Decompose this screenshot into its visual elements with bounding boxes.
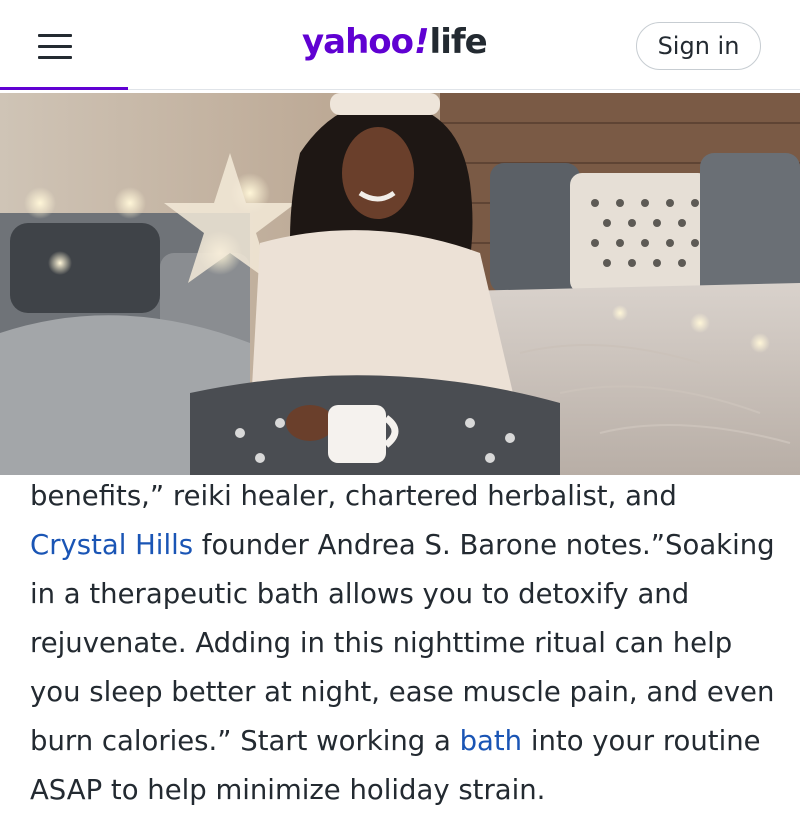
- article-text-2: founder Andrea S. Barone notes.”Soaking …: [30, 529, 775, 757]
- reading-progress-bar: [0, 87, 128, 90]
- yahoo-life-logo[interactable]: yahoo ! life: [302, 22, 488, 66]
- crystal-hills-link[interactable]: Crystal Hills: [30, 529, 193, 561]
- article-paragraph: benefits,” reiki healer, chartered herba…: [30, 472, 778, 815]
- logo-section: life: [429, 22, 488, 62]
- top-header: yahoo ! life Sign in: [0, 0, 800, 90]
- logo-slash: !: [414, 22, 429, 62]
- logo-brand: yahoo: [302, 22, 414, 62]
- article-text-1: benefits,” reiki healer, chartered herba…: [30, 480, 677, 512]
- bath-link[interactable]: bath: [460, 725, 523, 757]
- hamburger-menu-icon[interactable]: [38, 33, 72, 59]
- hero-photo-illustration: [0, 93, 800, 475]
- hero-image: [0, 93, 800, 475]
- sign-in-button[interactable]: Sign in: [636, 22, 761, 70]
